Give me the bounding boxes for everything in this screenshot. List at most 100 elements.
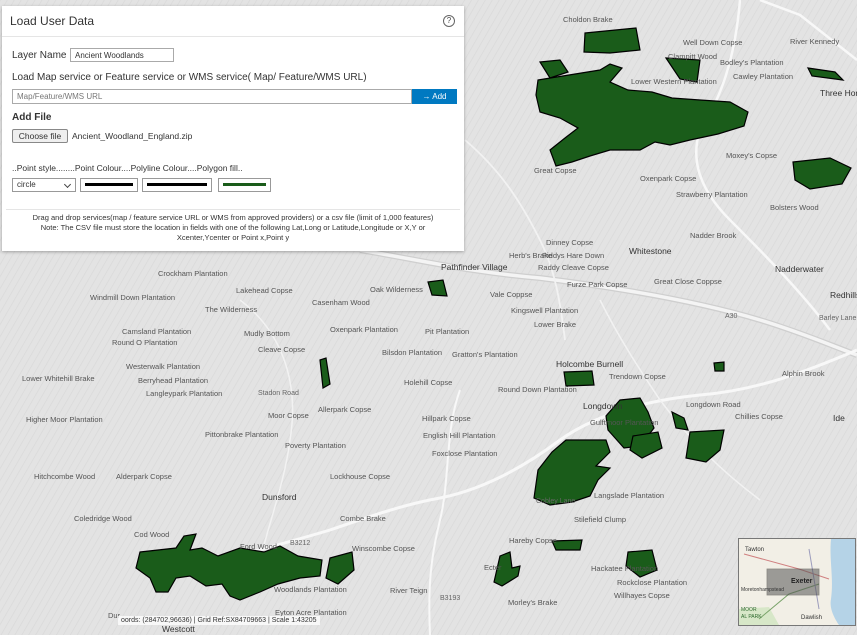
map-label: Raddy Cleave Copse bbox=[538, 263, 609, 272]
map-label: Higher Moor Plantation bbox=[26, 415, 103, 424]
file-name: Ancient_Woodland_England.zip bbox=[72, 131, 193, 141]
map-label: Oxenpark Plantation bbox=[330, 325, 398, 334]
map-label: Gratton's Plantation bbox=[452, 350, 518, 359]
map-label: Camsland Plantation bbox=[122, 327, 191, 336]
map-label: Cleave Copse bbox=[258, 345, 305, 354]
choose-file-button[interactable]: Choose file bbox=[12, 129, 68, 143]
road-label: B3193 bbox=[440, 595, 460, 602]
map-label: Lakehead Copse bbox=[236, 286, 293, 295]
map-label: Trendown Copse bbox=[609, 372, 666, 381]
map-label: Strawberry Plantation bbox=[676, 190, 748, 199]
polyline-colour-swatch bbox=[147, 183, 207, 186]
map-label: Moor Copse bbox=[268, 411, 309, 420]
map-label: Whitestone bbox=[629, 246, 672, 256]
overview-label: Moretonhampstead bbox=[741, 587, 784, 593]
note-line-2: Note: The CSV file must store the locati… bbox=[40, 223, 426, 232]
load-user-data-panel: Load User Data ? Layer Name Ancient Wood… bbox=[2, 6, 464, 251]
point-colour-picker[interactable] bbox=[80, 178, 138, 192]
map-label: Crockham Plantation bbox=[158, 269, 228, 278]
map-label: Hackatee Plantation bbox=[591, 564, 658, 573]
map-label: Bolsters Wood bbox=[770, 203, 819, 212]
map-label: Lower Brake bbox=[534, 320, 576, 329]
map-label: Langslade Plantation bbox=[594, 491, 664, 500]
map-label: Ecter bbox=[484, 563, 502, 572]
road-label: Stadon Road bbox=[258, 390, 299, 397]
map-label: Alphin Brook bbox=[782, 369, 825, 378]
style-labels: ..Point style........Point Colour....Pol… bbox=[12, 163, 243, 173]
road-label: Barley Lane bbox=[819, 315, 856, 322]
map-label: Rockclose Plantation bbox=[617, 578, 687, 587]
map-label: Cod Wood bbox=[134, 530, 169, 539]
service-url-input[interactable]: Map/Feature/WMS URL bbox=[12, 89, 412, 104]
map-label: Oxenpark Copse bbox=[640, 174, 696, 183]
map-label: Well Down Copse bbox=[683, 38, 742, 47]
map-label: Winscombe Copse bbox=[352, 544, 415, 553]
overview-label: Tawton bbox=[745, 547, 764, 553]
point-style-select[interactable]: circle bbox=[12, 178, 76, 192]
map-label: Clampitt Wood bbox=[668, 52, 717, 61]
map-label: Round O Plantation bbox=[112, 338, 177, 347]
map-label: Mudly Bottom bbox=[244, 329, 290, 338]
map-label: Lower Western Plantation bbox=[631, 77, 717, 86]
map-label: Langleypark Plantation bbox=[146, 389, 222, 398]
service-label: Load Map service or Feature service or W… bbox=[12, 72, 367, 83]
overview-label: AL PARK bbox=[741, 614, 762, 620]
help-icon[interactable]: ? bbox=[443, 15, 455, 27]
map-label: English Hill Plantation bbox=[423, 431, 496, 440]
map-label: Westerwalk Plantation bbox=[126, 362, 200, 371]
map-label: Westcott bbox=[162, 624, 196, 634]
map-label: Ford Wood bbox=[240, 542, 277, 551]
overview-map[interactable]: Tawton Exeter Moretonhampstead MOOR AL P… bbox=[738, 538, 856, 626]
map-label: Redhills bbox=[830, 290, 857, 300]
woodland-polygon bbox=[713, 361, 725, 372]
map-label: Cawley Plantation bbox=[733, 72, 793, 81]
map-label: Moxey's Copse bbox=[726, 151, 777, 160]
polyline-colour-picker[interactable] bbox=[142, 178, 212, 192]
road-label: A30 bbox=[725, 313, 738, 320]
map-label: Pittonbrake Plantation bbox=[205, 430, 278, 439]
map-label: Berryhead Plantation bbox=[138, 376, 208, 385]
map-label: Gulftmoor Plantation bbox=[590, 418, 658, 427]
polygon-fill-swatch bbox=[223, 183, 266, 186]
map-label: Furze Park Copse bbox=[567, 280, 627, 289]
map-label: Windmill Down Plantation bbox=[90, 293, 175, 302]
map-label: Longdown bbox=[583, 401, 623, 411]
map-label: Kingswell Plantation bbox=[511, 306, 578, 315]
map-label: Chillies Copse bbox=[735, 412, 783, 421]
polygon-fill-picker[interactable] bbox=[218, 178, 271, 192]
road-label: B3212 bbox=[290, 540, 310, 547]
layer-name-input[interactable]: Ancient Woodlands bbox=[70, 48, 174, 62]
map-label: Poverty Plantation bbox=[285, 441, 346, 450]
map-label: Great Copse bbox=[534, 166, 577, 175]
point-style-value: circle bbox=[17, 180, 36, 189]
map-label: Morley's Brake bbox=[508, 598, 557, 607]
map-label: Nadder Brook bbox=[690, 231, 737, 240]
map-label: Lockhouse Copse bbox=[330, 472, 390, 481]
map-label: Holcombe Burnell bbox=[556, 359, 623, 369]
overview-label: Exeter bbox=[791, 578, 813, 585]
chevron-down-icon bbox=[63, 180, 72, 189]
map-label: Longdown Road bbox=[686, 400, 741, 409]
map-label: Choldon Brake bbox=[563, 15, 613, 24]
map-label: River Kennedy bbox=[790, 37, 839, 46]
map-label: Dinney Copse bbox=[546, 238, 593, 247]
drag-drop-note: Drag and drop services(map / feature ser… bbox=[6, 209, 460, 243]
note-line-1: Drag and drop services(map / feature ser… bbox=[32, 213, 434, 222]
overview-label: MOOR bbox=[741, 607, 757, 613]
map-label: Willhayes Copse bbox=[614, 591, 670, 600]
map-label: River Teign bbox=[390, 586, 427, 595]
map-label: Bodley's Plantation bbox=[720, 58, 784, 67]
map-label: Casenham Wood bbox=[312, 298, 370, 307]
point-colour-swatch bbox=[85, 183, 133, 186]
map-label: Holehill Copse bbox=[404, 378, 452, 387]
map-label: Bilsdon Plantation bbox=[382, 348, 442, 357]
map-label: Round Down Plantation bbox=[498, 385, 577, 394]
add-button[interactable]: → Add bbox=[412, 89, 457, 104]
woodland-polygon bbox=[563, 370, 595, 387]
map-label: Oak Wilderness bbox=[370, 285, 423, 294]
map-label: Pit Plantation bbox=[425, 327, 469, 336]
map-label: Stilefield Clump bbox=[574, 515, 626, 524]
woodland-polygon bbox=[583, 27, 641, 54]
panel-header: Load User Data ? bbox=[2, 6, 464, 37]
add-file-heading: Add File bbox=[12, 112, 52, 123]
